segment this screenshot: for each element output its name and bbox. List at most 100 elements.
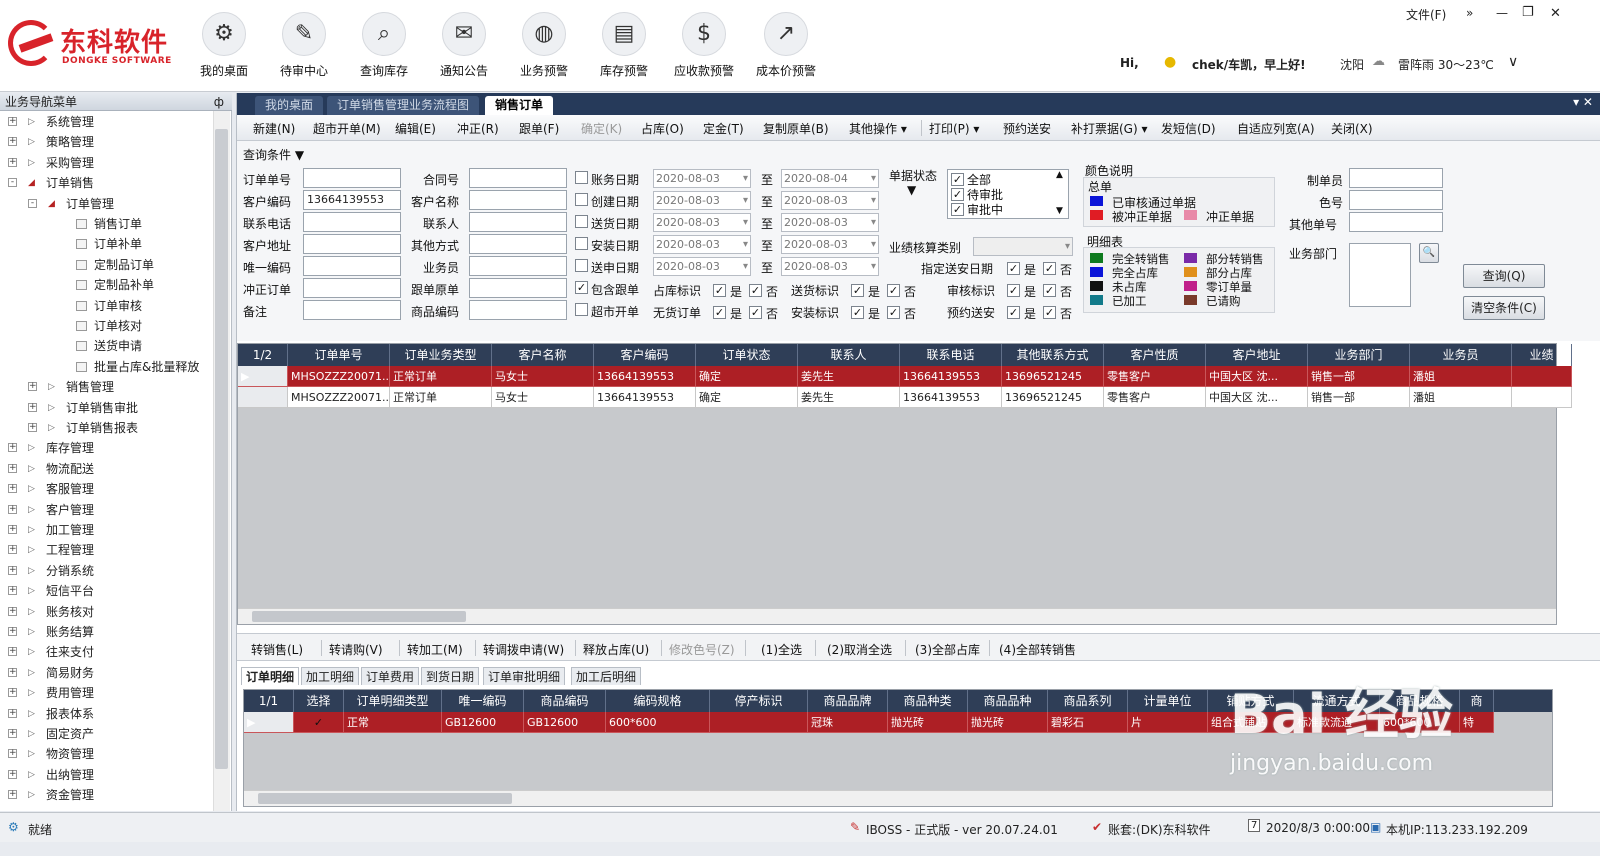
toolbar-button-6[interactable]: 确定(K) (581, 120, 622, 137)
tree-item[interactable]: - ◢ 订单销售 (0, 173, 212, 193)
table-row[interactable]: ▶ ✓ 正常 GB12600 GB12600 600*600 冠珠 抛光砖 抛光砖 碧彩石片组合式… (244, 712, 1494, 733)
doc-status-checkbox[interactable]: ✓ (951, 203, 964, 216)
tree-item[interactable]: + ▷ 报表体系 (0, 704, 212, 724)
expand-icon[interactable]: + (28, 423, 37, 432)
flag2-0-no-checkbox[interactable]: ✓ (749, 306, 762, 319)
flag1-0-no-checkbox[interactable]: ✓ (749, 284, 762, 297)
rflag-0-yes-checkbox[interactable]: ✓ (1007, 262, 1020, 275)
query-input[interactable] (469, 256, 567, 276)
scroll-down-icon[interactable]: ▼ (1056, 206, 1063, 216)
tree-item[interactable]: + ▷ 出纳管理 (0, 765, 212, 785)
column-header[interactable]: 计量单位 (1128, 690, 1208, 712)
tree-item[interactable]: 订单补单 (0, 234, 212, 254)
expand-icon[interactable]: + (8, 545, 17, 555)
tree-item[interactable]: + ▷ 物资管理 (0, 744, 212, 764)
tree-item[interactable]: 订单审核 (0, 296, 212, 316)
column-header[interactable]: 订单明细类型 (344, 690, 442, 712)
tree-item[interactable]: 销售订单 (0, 214, 212, 234)
column-header[interactable]: 联系人 (798, 344, 900, 366)
checkbox-cell[interactable] (710, 712, 808, 733)
toolbar-button-16[interactable]: 关闭(X) (1331, 120, 1373, 137)
column-header[interactable]: 客户编码 (594, 344, 696, 366)
toolbar-button-4[interactable]: 冲正(R) (457, 120, 499, 137)
query-input[interactable] (469, 300, 567, 320)
date-checkbox[interactable] (575, 193, 588, 206)
toolbar-button-14[interactable]: 发短信(D) (1161, 120, 1216, 137)
nav-button-3[interactable]: ⌕ 查询库存 (346, 12, 422, 84)
action-button-7[interactable]: (1)全选 (761, 641, 802, 658)
expand-icon[interactable]: + (28, 402, 37, 412)
toolbar-button-10[interactable]: 其他操作 ▾ (849, 120, 907, 137)
query-input[interactable] (303, 278, 401, 298)
tree-item[interactable]: + ▷ 系统管理 (0, 112, 212, 132)
detail-tab-1[interactable]: 订单明细 (241, 667, 300, 685)
tree-item[interactable]: + ▷ 资金管理 (0, 785, 212, 805)
date-checkbox[interactable] (575, 171, 588, 184)
pin-icon[interactable]: ф (214, 93, 224, 111)
action-button-6[interactable]: 修改色号(Z) (669, 641, 735, 658)
column-header[interactable]: 编码规格 (606, 690, 710, 712)
tab-3[interactable]: 销售订单 (485, 96, 554, 115)
tree-item[interactable]: + ▷ 简易财务 (0, 663, 212, 683)
action-button-10[interactable]: (4)全部转销售 (999, 641, 1076, 658)
tab-1[interactable]: 我的桌面 (255, 96, 324, 115)
more-menu[interactable]: » (1466, 6, 1473, 20)
tree-item[interactable]: + ▷ 销售管理 (0, 377, 212, 397)
detail-tab-4[interactable]: 到货日期 (421, 667, 480, 685)
column-header[interactable]: 选择 (294, 690, 344, 712)
query-input[interactable] (303, 234, 401, 254)
column-header[interactable]: 商品编码 (524, 690, 606, 712)
expand-icon[interactable]: + (8, 606, 17, 616)
clear-button[interactable]: 清空条件(C) (1463, 296, 1545, 320)
tab-2[interactable]: 订单销售管理业务流程图 (327, 96, 480, 115)
action-button-2[interactable]: 转请购(V) (329, 641, 383, 658)
restore-icon[interactable]: ❐ (1522, 5, 1534, 20)
doc-status-checkbox[interactable]: ✓ (951, 173, 964, 186)
tree-item[interactable]: 送货申请 (0, 336, 212, 356)
date-to[interactable]: 2020-08-03 (781, 235, 879, 254)
date-from[interactable]: 2020-08-03 (653, 257, 751, 276)
date-from[interactable]: 2020-08-03 (653, 169, 751, 188)
query-input[interactable] (303, 300, 401, 320)
toolbar-button-9[interactable]: 复制原单(B) (763, 120, 829, 137)
rflag-1-yes-checkbox[interactable]: ✓ (1007, 284, 1020, 297)
nav-button-5[interactable]: ◍ 业务预警 (506, 12, 582, 84)
expand-icon[interactable]: + (8, 627, 17, 636)
expand-icon[interactable]: + (8, 137, 17, 147)
query-input[interactable] (469, 234, 567, 254)
tree-item[interactable]: + ▷ 物流配送 (0, 459, 212, 479)
nav-button-6[interactable]: ▤ 库存预警 (586, 12, 662, 84)
toolbar-button-11[interactable]: 打印(P) ▾ (929, 120, 979, 137)
flag1-1-yes-checkbox[interactable]: ✓ (851, 284, 864, 297)
query-input[interactable] (469, 190, 567, 210)
nav-button-4[interactable]: ✉ 通知公告 (426, 12, 502, 84)
column-header[interactable]: 商品种类 (888, 690, 968, 712)
tree-item[interactable]: + ▷ 加工管理 (0, 520, 212, 540)
column-header[interactable]: 铺贴方式 (1208, 690, 1294, 712)
toolbar-button-12[interactable]: 预约送安 (1003, 120, 1051, 137)
tree-item[interactable]: + ▷ 库存管理 (0, 438, 212, 458)
column-header[interactable]: 商 (1460, 690, 1494, 712)
query-input[interactable] (469, 212, 567, 232)
orders-hscroll[interactable] (238, 608, 1556, 624)
toolbar-button-13[interactable]: 补打票据(G) ▾ (1071, 120, 1148, 137)
other-no-input[interactable] (1349, 212, 1443, 232)
expand-icon[interactable]: + (8, 647, 17, 657)
column-header[interactable]: 客户性质 (1104, 344, 1206, 366)
column-header[interactable]: 客户名称 (492, 344, 594, 366)
column-header[interactable]: 订单业务类型 (390, 344, 492, 366)
toolbar-button-8[interactable]: 定金(T) (703, 120, 744, 137)
tree-item[interactable]: 定制品订单 (0, 255, 212, 275)
color-no-input[interactable] (1349, 190, 1443, 210)
expand-icon[interactable]: + (8, 749, 17, 759)
detail-tab-5[interactable]: 订单审批明细 (483, 667, 566, 685)
column-header[interactable]: 唯一编码 (442, 690, 524, 712)
date-to[interactable]: 2020-08-03 (781, 213, 879, 232)
tree-item[interactable]: + ▷ 往来支付 (0, 642, 212, 662)
query-input[interactable] (303, 212, 401, 232)
lookup-button[interactable]: 🔍 (1419, 243, 1439, 263)
collapse-icon[interactable]: - (28, 198, 37, 208)
expand-icon[interactable]: + (8, 157, 17, 167)
expand-icon[interactable]: + (8, 708, 17, 718)
chevron-down-icon[interactable]: ∨ (1508, 54, 1518, 70)
